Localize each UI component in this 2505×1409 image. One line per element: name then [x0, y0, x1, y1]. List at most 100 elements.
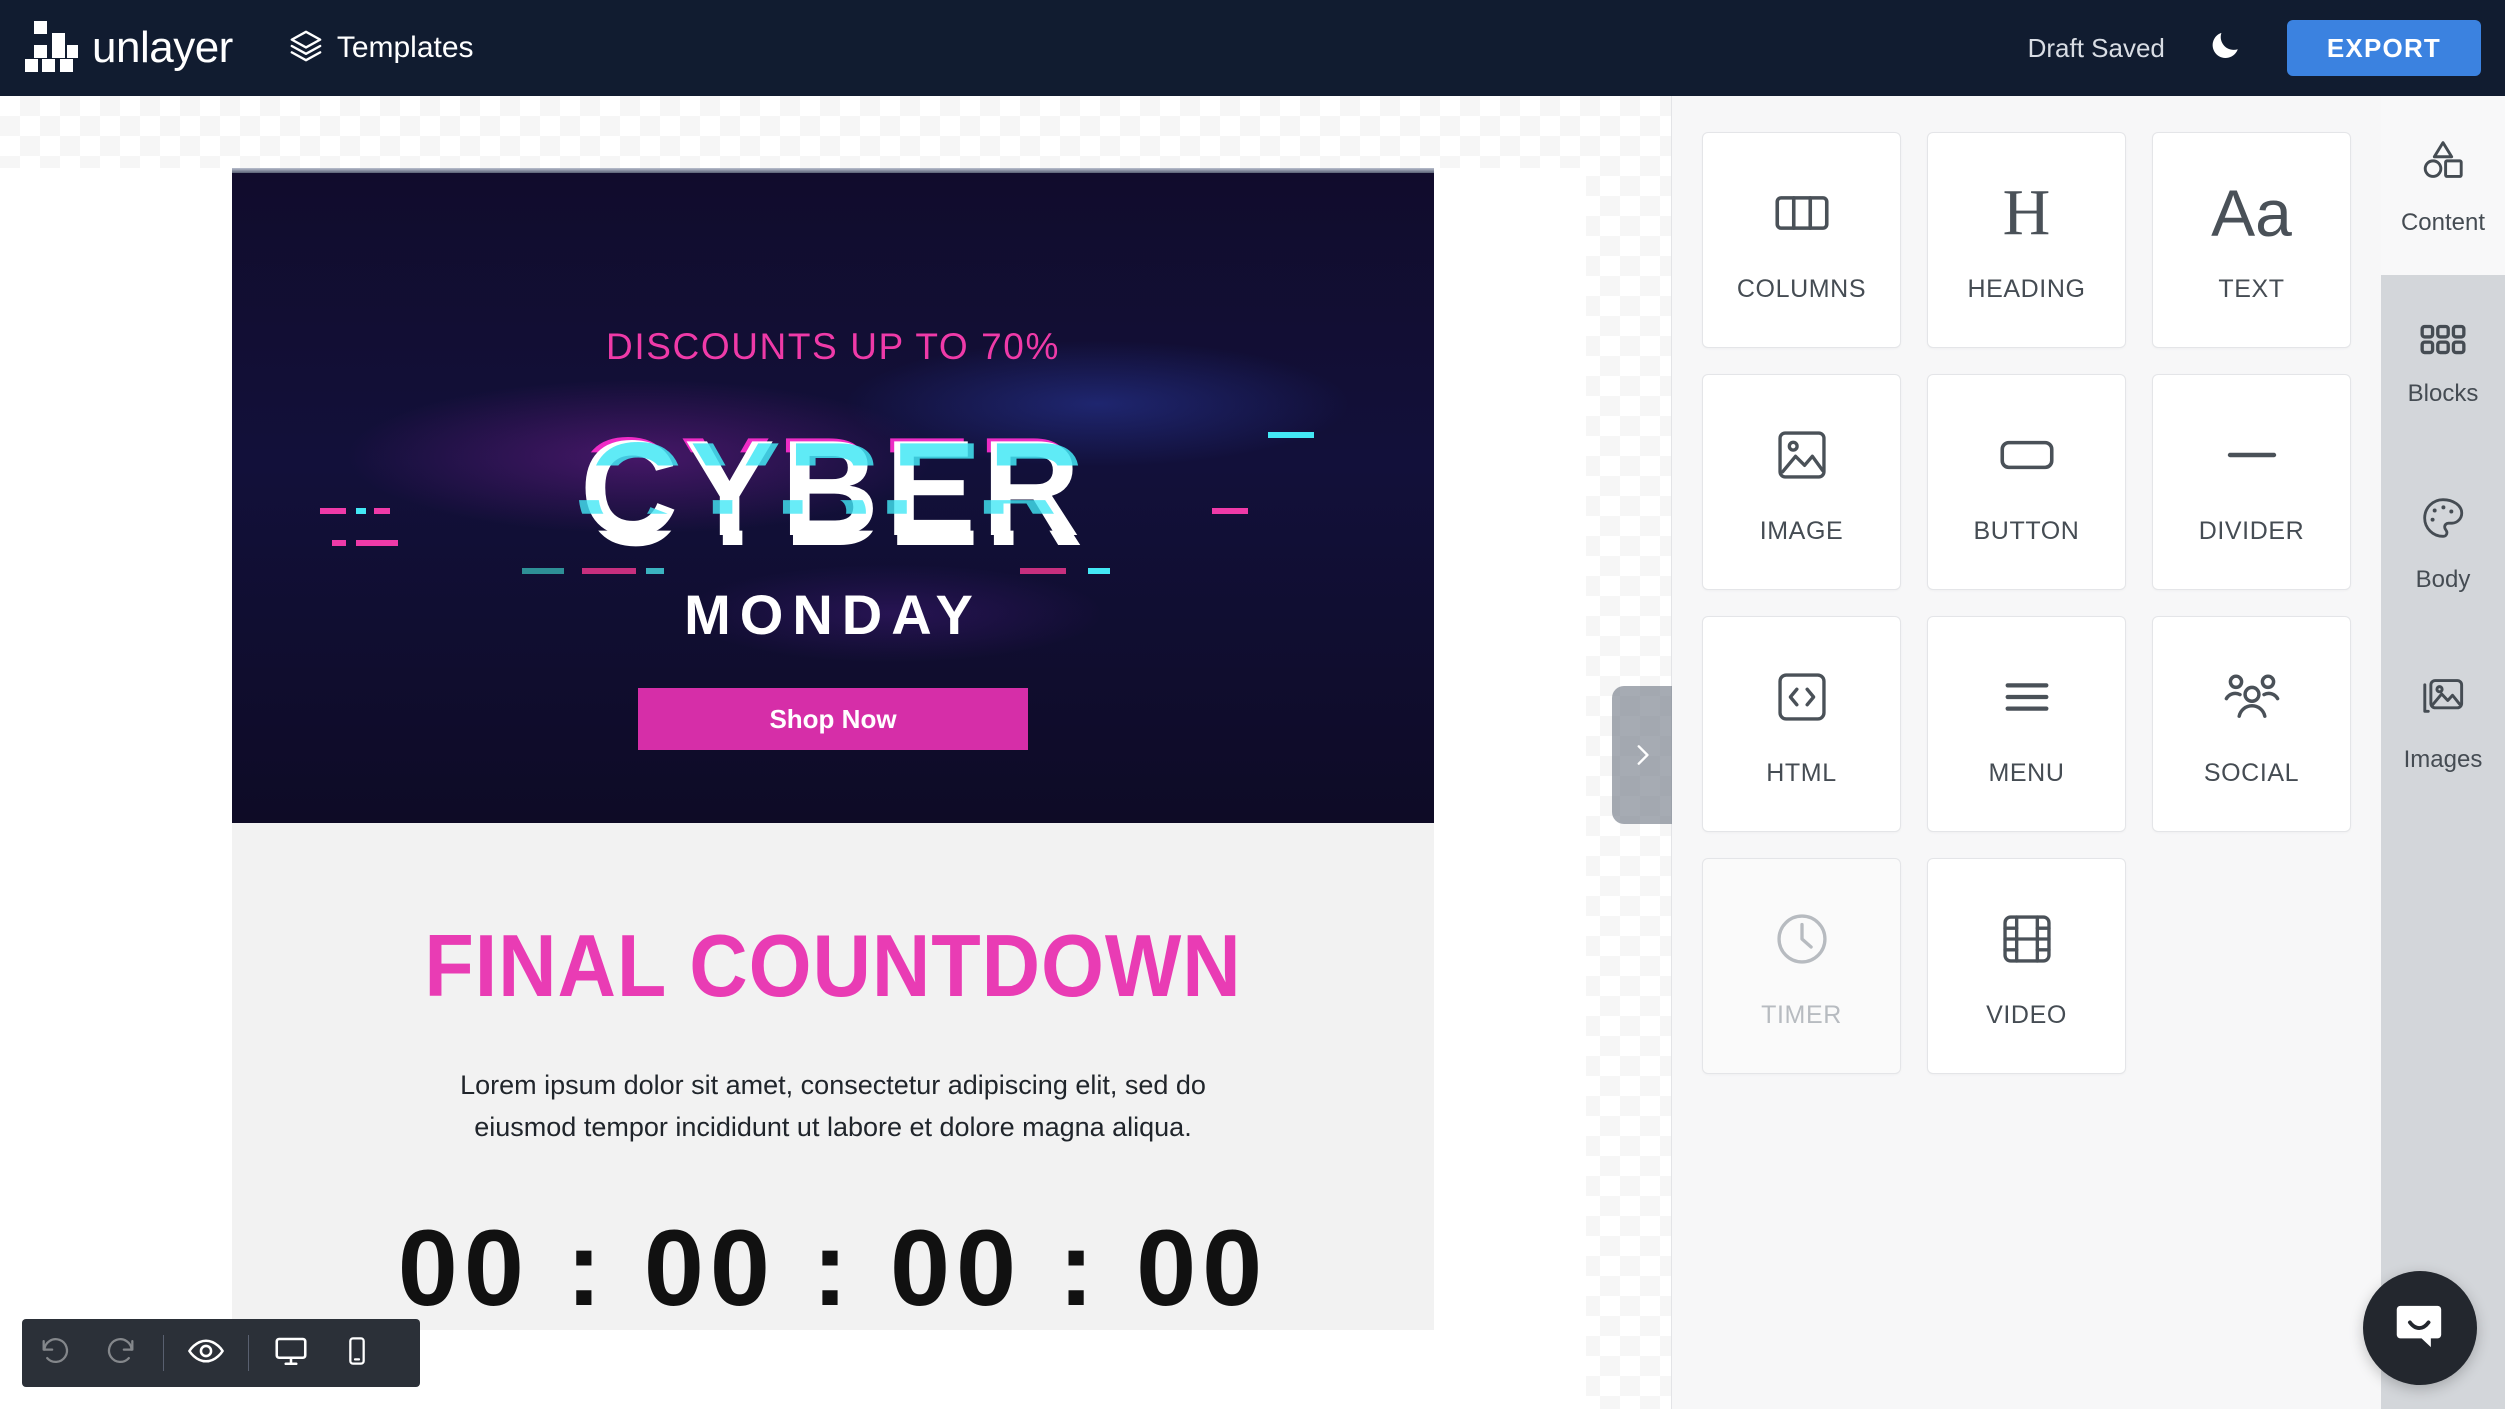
tab-content[interactable]: Content [2381, 96, 2505, 275]
desktop-icon [273, 1333, 309, 1374]
tab-label: Content [2400, 209, 2486, 236]
brand-logo[interactable]: unlayer [22, 19, 233, 77]
hero-banner-image[interactable]: DISCOUNTS UP TO 70% CYBER CYBER CYBER CY… [232, 168, 1434, 823]
code-icon [1771, 661, 1833, 733]
video-icon [1996, 903, 2058, 975]
tool-label: HTML [1766, 758, 1837, 787]
tool-timer: TIMER [1702, 858, 1901, 1074]
email-canvas[interactable]: DISCOUNTS UP TO 70% CYBER CYBER CYBER CY… [0, 96, 1671, 1409]
hero-subtitle: MONDAY [684, 583, 982, 646]
chat-bubble-smile-icon [2389, 1295, 2451, 1362]
chat-launcher-button[interactable] [2363, 1271, 2477, 1385]
right-tab-rail: Content Blocks Body Images [2381, 96, 2505, 1409]
clock-icon [1770, 903, 1834, 975]
toolbar-divider [248, 1335, 249, 1371]
tool-label: DIVIDER [2198, 516, 2305, 545]
templates-nav-button[interactable]: Templates [289, 29, 474, 68]
header-actions: Draft Saved EXPORT [2028, 20, 2481, 76]
preview-button[interactable] [173, 1319, 239, 1387]
tab-label: Images [2403, 746, 2483, 773]
tool-heading[interactable]: H HEADING [1927, 132, 2126, 348]
email-content-wrapper[interactable]: DISCOUNTS UP TO 70% CYBER CYBER CYBER CY… [232, 168, 1434, 1330]
tab-label: Body [2415, 566, 2471, 593]
draft-status-text: Draft Saved [2027, 32, 2165, 63]
hero-discount-text: DISCOUNTS UP TO 70% [606, 326, 1060, 367]
eye-icon [187, 1332, 225, 1375]
glitch-bar [1268, 432, 1314, 438]
toolbar-divider [163, 1335, 164, 1371]
glitch-bar [320, 508, 346, 514]
tool-label: TEXT [2218, 274, 2285, 303]
unlayer-pixel-logo-icon [22, 19, 80, 77]
tab-body[interactable]: Body [2381, 454, 2505, 633]
app-header: unlayer Templates Draft Saved EXPORT [0, 0, 2505, 96]
export-button[interactable]: EXPORT [2286, 20, 2481, 76]
undo-icon [38, 1334, 72, 1373]
tab-blocks[interactable]: Blocks [2381, 275, 2505, 454]
tool-menu[interactable]: MENU [1927, 616, 2126, 832]
tool-label: VIDEO [1986, 1000, 2067, 1029]
hero-glitch-title: CYBER CYBER CYBER CYBER CYBER [232, 417, 1434, 566]
glitch-bar [1020, 568, 1066, 574]
chevron-right-icon [1629, 735, 1655, 775]
tool-video[interactable]: VIDEO [1927, 858, 2126, 1074]
editor-toolbar [22, 1319, 420, 1387]
countdown-timer-digits: 00 : 00 : 00 : 00 [397, 1206, 1269, 1328]
glitch-bar [522, 568, 564, 574]
desktop-view-button[interactable] [258, 1319, 324, 1387]
glitch-bar [332, 540, 346, 546]
tool-button[interactable]: BUTTON [1927, 374, 2126, 590]
tool-label: IMAGE [1759, 516, 1844, 545]
grid-icon [2418, 321, 2468, 362]
tool-columns[interactable]: COLUMNS [1702, 132, 1901, 348]
glitch-bar [1212, 508, 1248, 514]
tool-text[interactable]: Aa TEXT [2152, 132, 2351, 348]
shapes-icon [2417, 134, 2469, 191]
countdown-paragraph: Lorem ipsum dolor sit amet, consectetur … [460, 1070, 1206, 1142]
text-icon: Aa [2211, 175, 2292, 250]
images-icon [2417, 671, 2469, 728]
menu-icon [1996, 661, 2058, 733]
glitch-bar [374, 508, 390, 514]
glitch-bar [582, 568, 636, 574]
tool-label: TIMER [1761, 1000, 1842, 1029]
panel-collapse-handle[interactable] [1612, 686, 1672, 824]
moon-icon[interactable] [2207, 27, 2243, 69]
tool-label: COLUMNS [1736, 274, 1867, 303]
redo-button[interactable] [88, 1319, 154, 1387]
divider-icon [2219, 419, 2285, 491]
glitch-bar [1088, 568, 1110, 574]
tool-label: MENU [1988, 758, 2065, 787]
glitch-bar [356, 540, 398, 546]
hero-top-edge [232, 168, 1434, 173]
content-tools-panel: COLUMNS H HEADING Aa TEXT IMAGE BUTTON D… [1671, 96, 2381, 1409]
shop-now-button[interactable]: Shop Now [638, 688, 1028, 750]
mobile-icon [341, 1335, 373, 1372]
redo-icon [104, 1334, 138, 1373]
glitch-bar [646, 568, 664, 574]
heading-icon: H [2002, 175, 2051, 249]
social-icon [2220, 661, 2284, 733]
tool-social[interactable]: SOCIAL [2152, 616, 2351, 832]
tool-divider[interactable]: DIVIDER [2152, 374, 2351, 590]
tool-html[interactable]: HTML [1702, 616, 1901, 832]
countdown-section[interactable]: FINAL COUNTDOWN Lorem ipsum dolor sit am… [232, 823, 1434, 1330]
tab-label: Blocks [2407, 380, 2479, 407]
tool-label: SOCIAL [2203, 758, 2300, 787]
palette-icon [2418, 493, 2468, 548]
button-icon [1994, 419, 2060, 491]
tool-image[interactable]: IMAGE [1702, 374, 1901, 590]
columns-icon [1769, 177, 1835, 249]
glitch-bar [356, 508, 366, 514]
content-tool-grid: COLUMNS H HEADING Aa TEXT IMAGE BUTTON D… [1702, 132, 2351, 1074]
tool-label: BUTTON [1973, 516, 2080, 545]
templates-label: Templates [336, 31, 474, 64]
undo-button[interactable] [22, 1319, 88, 1387]
tab-images[interactable]: Images [2381, 633, 2505, 812]
brand-name: unlayer [92, 23, 233, 72]
layers-icon [289, 29, 323, 68]
image-icon [1771, 419, 1833, 491]
mobile-view-button[interactable] [324, 1319, 390, 1387]
tool-label: HEADING [1967, 274, 2086, 303]
countdown-heading: FINAL COUNTDOWN [424, 916, 1242, 1015]
